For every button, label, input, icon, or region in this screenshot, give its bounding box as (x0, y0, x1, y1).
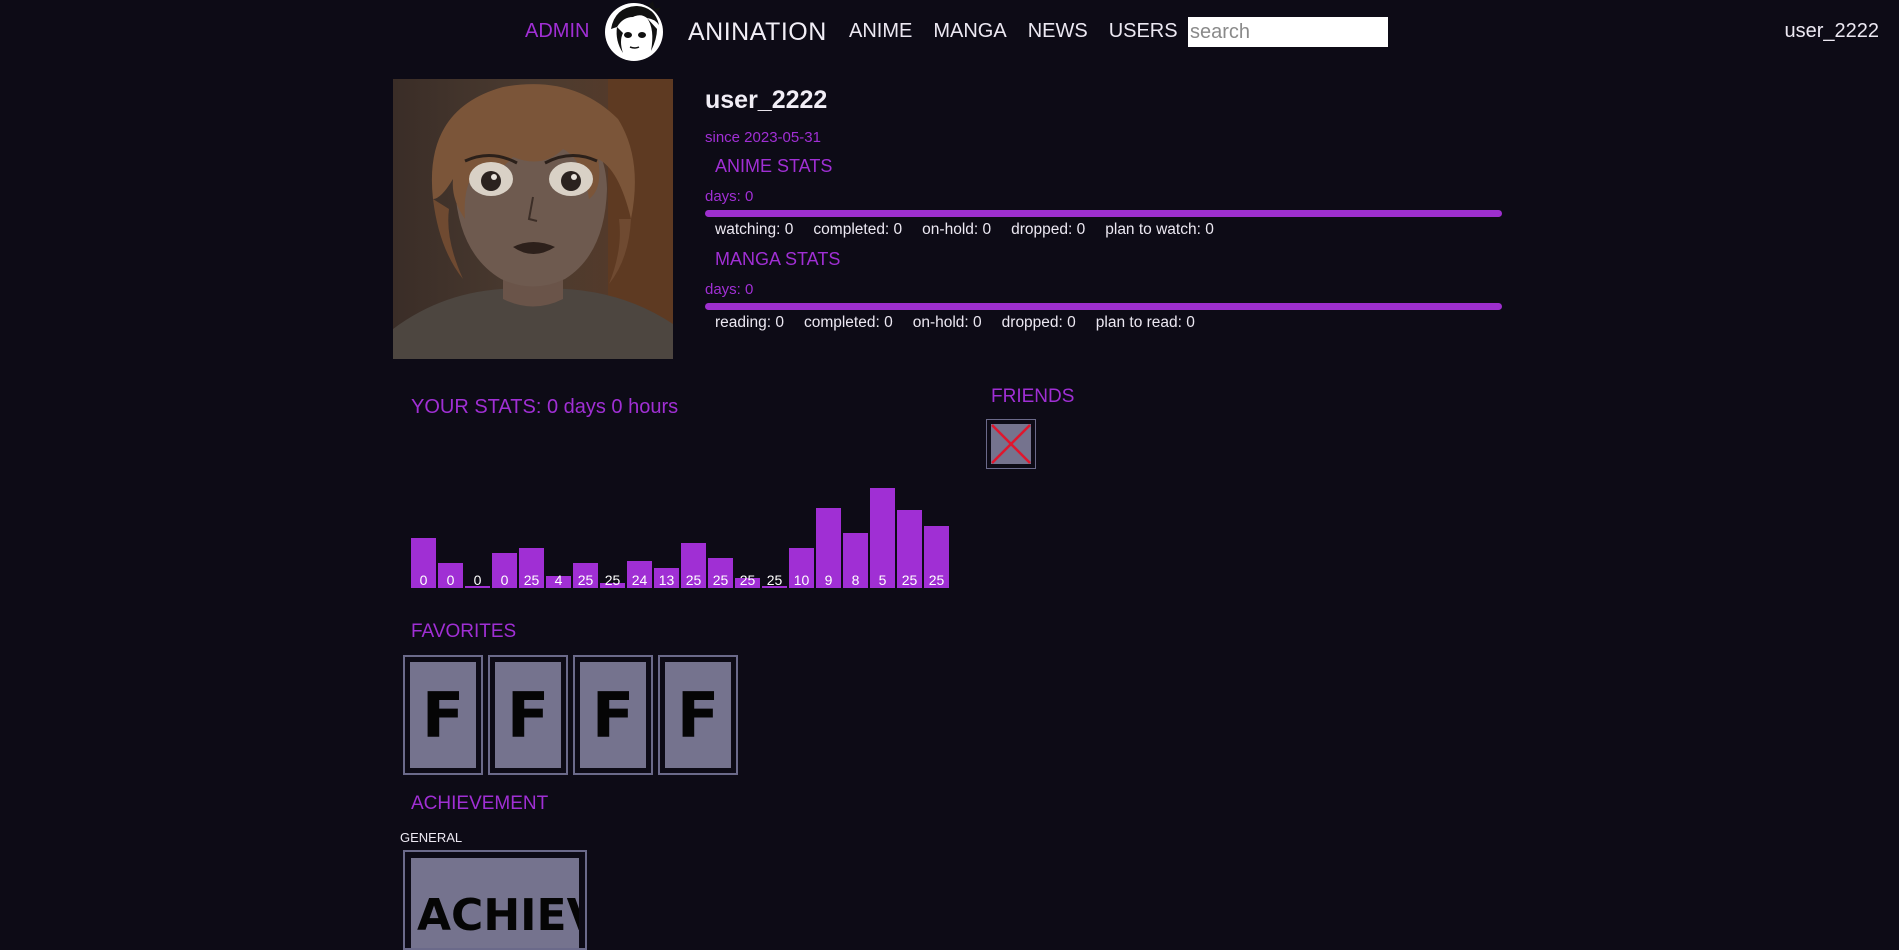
friend-avatar[interactable] (986, 419, 1036, 469)
manga-dropped-count: dropped: 0 (1001, 314, 1076, 331)
favorite-placeholder: F (410, 662, 476, 768)
logo-icon[interactable] (603, 1, 665, 63)
anime-plan-to-watch-count: plan to watch: 0 (1105, 221, 1214, 238)
favorites-list: F F F F (403, 655, 738, 775)
anime-watching-count: watching: 0 (715, 221, 794, 238)
manga-plan-to-read-count: plan to read: 0 (1095, 314, 1195, 331)
profile-username: user_2222 (705, 86, 828, 114)
anime-stats-title: ANIME STATS (715, 156, 833, 176)
anime-completed-count: completed: 0 (813, 221, 903, 238)
favorite-card[interactable]: F (573, 655, 653, 775)
achievement-placeholder: ACHIEV (411, 858, 579, 948)
manga-stats-title: MANGA STATS (715, 249, 841, 269)
nav-link-news[interactable]: NEWS (1028, 20, 1088, 43)
current-user-link[interactable]: user_2222 (1784, 20, 1879, 43)
chart-bar-label: 25 (767, 572, 783, 588)
manga-days: days: 0 (705, 281, 754, 298)
favorite-card[interactable]: F (488, 655, 568, 775)
stats-bar-chart: 0 0 0 0 25 4 25 25 24 13 25 25 25 25 10 9 8 5 25 25 (411, 488, 949, 588)
nav-link-anime[interactable]: ANIME (849, 20, 912, 43)
chart-bar-label: 0 (501, 572, 509, 588)
brand-title[interactable]: ANINATION (688, 18, 827, 47)
achievement-card[interactable]: ACHIEV (403, 850, 587, 950)
top-navigation: ADMIN ANINATION ANIME MANGA NEWS USERS u… (0, 0, 1899, 64)
anime-on-hold-count: on-hold: 0 (922, 221, 992, 238)
achievement-title: ACHIEVEMENT (411, 793, 549, 814)
chart-bar-label: 8 (852, 572, 860, 588)
favorite-placeholder: F (580, 662, 646, 768)
achievement-category: GENERAL (400, 830, 463, 845)
chart-bar-label: 24 (632, 572, 648, 588)
manga-on-hold-count: on-hold: 0 (912, 314, 982, 331)
anime-progress-bar (705, 210, 1502, 217)
favorites-title: FAVORITES (411, 621, 517, 642)
manga-progress-bar (705, 303, 1502, 310)
your-stats-title: YOUR STATS: 0 days 0 hours (411, 396, 679, 418)
nav-link-manga[interactable]: MANGA (933, 20, 1006, 43)
chart-bar-label: 9 (825, 572, 833, 588)
chart-bar-label: 25 (713, 572, 729, 588)
chart-bar-label: 25 (578, 572, 594, 588)
chart-bar-label: 10 (794, 572, 810, 588)
anime-dropped-count: dropped: 0 (1011, 221, 1086, 238)
manga-completed-count: completed: 0 (803, 314, 893, 331)
search-input[interactable] (1188, 17, 1388, 47)
anime-counts: watching: 0 completed: 0 on-hold: 0 drop… (715, 221, 1502, 239)
chart-bar-label: 25 (929, 572, 945, 588)
manga-counts: reading: 0 completed: 0 on-hold: 0 dropp… (715, 314, 1502, 332)
chart-bar-label: 0 (474, 572, 482, 588)
admin-link[interactable]: ADMIN (525, 20, 589, 43)
favorite-placeholder: F (495, 662, 561, 768)
user-avatar (393, 79, 673, 359)
friends-title: FRIENDS (991, 386, 1075, 407)
chart-bar-label: 13 (659, 572, 675, 588)
member-since: since 2023-05-31 (705, 129, 821, 146)
favorite-card[interactable]: F (658, 655, 738, 775)
profile-info: user_2222 since 2023-05-31 ANIME STATS d… (705, 86, 1502, 332)
chart-bar-label: 5 (879, 572, 887, 588)
manga-reading-count: reading: 0 (715, 314, 784, 331)
anime-days: days: 0 (705, 188, 754, 205)
broken-image-icon (986, 419, 1036, 469)
favorite-placeholder: F (665, 662, 731, 768)
chart-bar-label: 25 (524, 572, 540, 588)
chart-bar-label: 4 (555, 572, 563, 588)
chart-bar-label: 0 (420, 572, 428, 588)
chart-bar-label: 25 (740, 572, 756, 588)
chart-bar-label: 25 (902, 572, 918, 588)
chart-bar-label: 25 (605, 572, 621, 588)
main-nav: ANIME MANGA NEWS USERS (849, 20, 1178, 43)
chart-bar-label: 0 (447, 572, 455, 588)
chart-bar-label: 25 (686, 572, 702, 588)
nav-link-users[interactable]: USERS (1109, 20, 1178, 43)
favorite-card[interactable]: F (403, 655, 483, 775)
